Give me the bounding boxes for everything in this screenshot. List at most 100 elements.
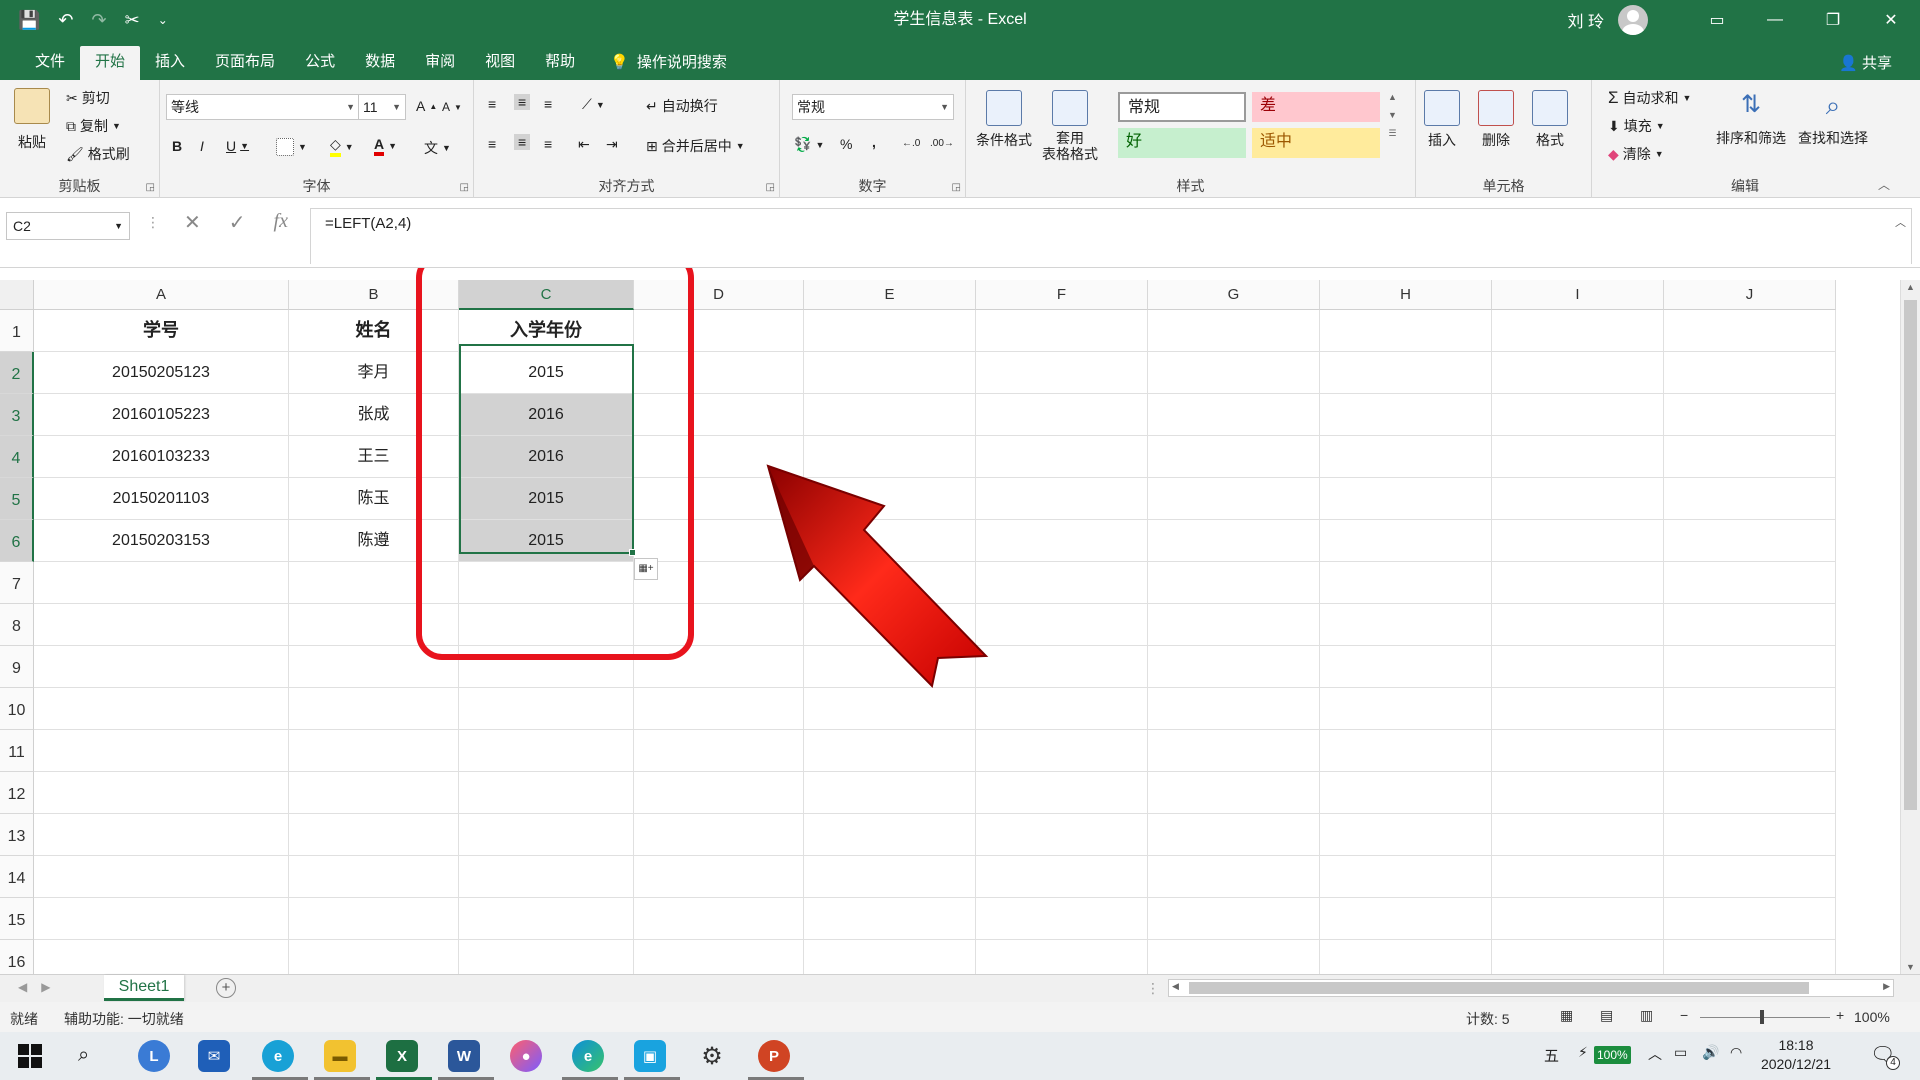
column-header-i[interactable]: I: [1492, 280, 1664, 310]
table-cell[interactable]: 2015: [459, 520, 634, 562]
cell-i3[interactable]: [1492, 394, 1664, 436]
select-all-corner[interactable]: [0, 280, 34, 310]
cell-g13[interactable]: [1148, 814, 1320, 856]
table-cell[interactable]: 20150203153: [34, 520, 289, 562]
cell-d16[interactable]: [634, 940, 804, 974]
row-header-8[interactable]: 8: [0, 604, 34, 646]
sheet-nav-arrows[interactable]: ◀▶: [18, 980, 64, 994]
phonetic-button[interactable]: 文 ▼: [424, 138, 451, 158]
cell-b7[interactable]: [289, 562, 459, 604]
cell-g1[interactable]: [1148, 310, 1320, 352]
increase-indent-button[interactable]: ⇥: [606, 136, 618, 153]
cell-j10[interactable]: [1664, 688, 1836, 730]
cell-h6[interactable]: [1320, 520, 1492, 562]
cell-i4[interactable]: [1492, 436, 1664, 478]
row-header-3[interactable]: 3: [0, 394, 34, 436]
column-header-h[interactable]: H: [1320, 280, 1492, 310]
row-header-11[interactable]: 11: [0, 730, 34, 772]
cell-a16[interactable]: [34, 940, 289, 974]
cell-g8[interactable]: [1148, 604, 1320, 646]
format-painter-button[interactable]: 🖌 格式刷: [66, 144, 130, 164]
cell-g6[interactable]: [1148, 520, 1320, 562]
excel-icon[interactable]: X: [386, 1040, 418, 1072]
cell-j1[interactable]: [1664, 310, 1836, 352]
cell-j9[interactable]: [1664, 646, 1836, 688]
cell-d12[interactable]: [634, 772, 804, 814]
tell-me-search[interactable]: 💡 操作说明搜索: [590, 46, 742, 80]
wifi-icon[interactable]: ◠: [1730, 1044, 1742, 1061]
cell-h5[interactable]: [1320, 478, 1492, 520]
accessibility-status[interactable]: 辅助功能: 一切就绪: [64, 1009, 184, 1029]
customize-qat-icon[interactable]: ⌄: [158, 13, 168, 27]
volume-icon[interactable]: 🔊: [1702, 1044, 1719, 1061]
quick-analysis-icon[interactable]: ▦+: [634, 558, 658, 580]
cell-f8[interactable]: [976, 604, 1148, 646]
cell-f3[interactable]: [976, 394, 1148, 436]
table-cell[interactable]: 陈玉: [289, 478, 459, 520]
cell-g2[interactable]: [1148, 352, 1320, 394]
cell-f2[interactable]: [976, 352, 1148, 394]
cell-g3[interactable]: [1148, 394, 1320, 436]
row-header-14[interactable]: 14: [0, 856, 34, 898]
column-header-f[interactable]: F: [976, 280, 1148, 310]
merge-center-button[interactable]: ⊞ 合并后居中 ▼: [646, 136, 745, 156]
expand-formula-bar-icon[interactable]: ︿: [1895, 214, 1906, 230]
percent-button[interactable]: %: [840, 136, 852, 152]
row-header-7[interactable]: 7: [0, 562, 34, 604]
row-header-4[interactable]: 4: [0, 436, 34, 478]
tab-file[interactable]: 文件: [20, 46, 80, 80]
grow-font-button[interactable]: A ▲: [416, 98, 437, 114]
find-select-button[interactable]: ⌕ 查找和选择: [1798, 90, 1868, 148]
font-name-select[interactable]: 等线 ▼: [166, 94, 360, 120]
table-cell[interactable]: 2016: [459, 394, 634, 436]
conditional-formatting-button[interactable]: 条件格式: [976, 90, 1032, 150]
table-cell[interactable]: 20150205123: [34, 352, 289, 394]
clipboard-launcher-icon[interactable]: ◲: [146, 182, 155, 193]
tab-home[interactable]: 开始: [80, 46, 141, 80]
autosum-button[interactable]: Σ 自动求和 ▼: [1608, 88, 1691, 108]
scroll-down-icon[interactable]: ▼: [1906, 962, 1915, 972]
cell-f1[interactable]: [976, 310, 1148, 352]
increase-decimal-button[interactable]: ←.0: [902, 138, 920, 149]
insert-function-icon[interactable]: fx: [274, 210, 288, 235]
cell-b13[interactable]: [289, 814, 459, 856]
word-icon[interactable]: W: [448, 1040, 480, 1072]
edge-icon[interactable]: e: [572, 1040, 604, 1072]
battery-icon[interactable]: ▭: [1674, 1044, 1687, 1061]
row-header-9[interactable]: 9: [0, 646, 34, 688]
cell-f13[interactable]: [976, 814, 1148, 856]
page-break-view-icon[interactable]: ▥: [1640, 1007, 1653, 1024]
row-header-10[interactable]: 10: [0, 688, 34, 730]
cell-h12[interactable]: [1320, 772, 1492, 814]
underline-button[interactable]: U ▼: [226, 138, 249, 154]
align-center-button[interactable]: ≡: [514, 134, 531, 150]
settings-gear-icon[interactable]: ⚙: [696, 1040, 728, 1072]
collapse-ribbon-icon[interactable]: ︿: [1878, 176, 1890, 193]
zoom-out-icon[interactable]: −: [1680, 1007, 1688, 1023]
cell-f12[interactable]: [976, 772, 1148, 814]
cell-i14[interactable]: [1492, 856, 1664, 898]
cell-f6[interactable]: [976, 520, 1148, 562]
tab-split-handle[interactable]: ⋮: [1146, 980, 1160, 997]
search-icon[interactable]: ⌕: [78, 1044, 89, 1067]
number-format-select[interactable]: 常规 ▼: [792, 94, 954, 120]
cell-h9[interactable]: [1320, 646, 1492, 688]
horizontal-scroll-thumb[interactable]: [1189, 982, 1809, 994]
cell-e13[interactable]: [804, 814, 976, 856]
row-header-15[interactable]: 15: [0, 898, 34, 940]
cell-i1[interactable]: [1492, 310, 1664, 352]
tab-formulas[interactable]: 公式: [290, 46, 350, 80]
cell-h16[interactable]: [1320, 940, 1492, 974]
italic-button[interactable]: I: [200, 138, 204, 154]
cut-button[interactable]: ✂ 剪切: [66, 88, 110, 108]
cell-i15[interactable]: [1492, 898, 1664, 940]
spreadsheet-grid[interactable]: ABCDEFGHIJ 1 2 3 4 5 6 7 8 9 10 11 12 13 14 15 16 学号 姓名入…: [0, 268, 1920, 974]
fill-handle[interactable]: [629, 549, 636, 556]
tab-page-layout[interactable]: 页面布局: [200, 46, 290, 80]
cell-b8[interactable]: [289, 604, 459, 646]
borders-button[interactable]: ▼: [276, 138, 307, 156]
paint-app-icon[interactable]: ●: [510, 1040, 542, 1072]
style-good[interactable]: 好: [1118, 128, 1246, 158]
cell-h4[interactable]: [1320, 436, 1492, 478]
column-header-b[interactable]: B: [289, 280, 459, 310]
